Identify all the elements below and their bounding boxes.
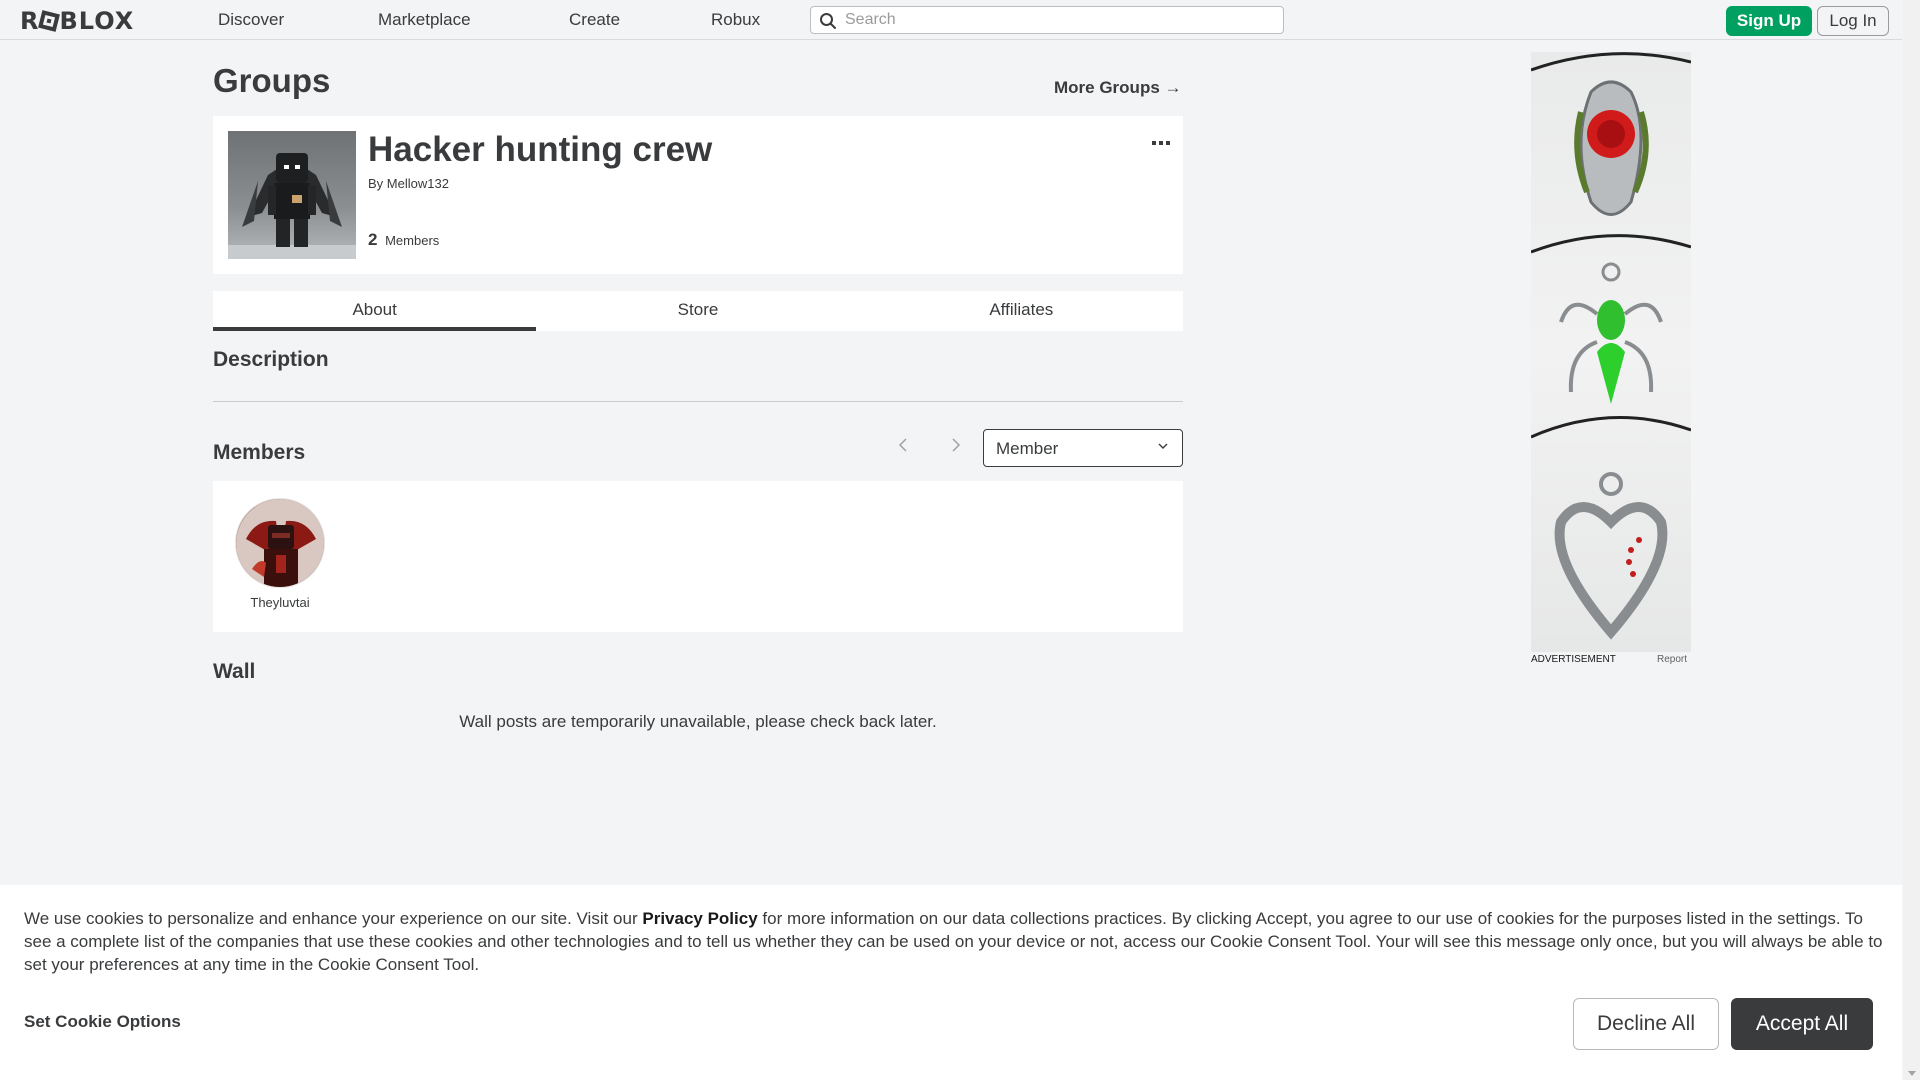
role-select-value: Member — [996, 439, 1059, 458]
log-in-button[interactable]: Log In — [1817, 6, 1889, 36]
cookie-text-before: We use cookies to personalize and enhanc… — [24, 909, 643, 928]
member-role-dropdown[interactable]: Member — [983, 429, 1183, 467]
members-heading: Members — [213, 441, 306, 464]
chevron-down-icon — [1158, 443, 1168, 449]
set-cookie-options-link[interactable]: Set Cookie Options — [24, 1012, 181, 1032]
nav-link-marketplace[interactable]: Marketplace — [378, 10, 471, 30]
member-avatar-icon — [236, 499, 324, 587]
roblox-logo[interactable]: R BLOX — [20, 7, 134, 35]
tab-about[interactable]: About — [213, 291, 537, 331]
more-dots-icon[interactable] — [1151, 130, 1171, 151]
page-scrollbar[interactable] — [1903, 0, 1920, 1080]
group-emblem-avatar-icon — [228, 153, 356, 259]
search-input[interactable] — [845, 10, 1275, 30]
group-member-count: 2 Members — [368, 230, 439, 250]
group-name: Hacker hunting crew — [368, 130, 713, 169]
ad-necklace-illustration — [1531, 52, 1691, 640]
by-label: By — [368, 176, 384, 191]
decline-all-button[interactable]: Decline All — [1573, 998, 1719, 1050]
members-list: Theyluvtai — [213, 481, 1183, 632]
search-icon — [820, 13, 836, 29]
nav-link-robux[interactable]: Robux — [711, 10, 760, 30]
wall-heading: Wall — [213, 660, 256, 683]
avatar[interactable] — [235, 498, 325, 588]
advertisement-image[interactable] — [1531, 52, 1691, 652]
ellipsis-icon — [1152, 141, 1170, 145]
member-count-value: 2 — [368, 230, 378, 249]
privacy-policy-link[interactable]: Privacy Policy — [642, 909, 757, 928]
group-emblem-image — [228, 131, 356, 259]
chevron-left-icon[interactable] — [897, 436, 909, 460]
group-owner-link[interactable]: Mellow132 — [387, 176, 449, 191]
sign-up-button[interactable]: Sign Up — [1726, 6, 1812, 36]
wall-unavailable-message: Wall posts are temporarily unavailable, … — [459, 712, 937, 731]
nav-link-discover[interactable]: Discover — [218, 10, 284, 30]
more-groups-link[interactable]: More Groups → — [1054, 78, 1182, 98]
cookie-message: We use cookies to personalize and enhanc… — [24, 907, 1884, 976]
member-count-label: Members — [385, 233, 440, 248]
nav-link-create[interactable]: Create — [569, 10, 620, 30]
group-header-card: Hacker hunting crew By Mellow132 2 Membe… — [213, 116, 1183, 274]
description-heading: Description — [213, 348, 329, 371]
tab-store[interactable]: Store — [536, 291, 859, 331]
section-divider — [213, 401, 1183, 402]
report-ad-link[interactable]: Report — [1657, 654, 1687, 665]
group-owner-line: By Mellow132 — [368, 176, 449, 191]
group-tabs: About Store Affiliates — [213, 291, 1183, 331]
top-navigation-bar: R BLOX Discover Marketplace Create Robux … — [0, 0, 1902, 40]
search-box[interactable] — [810, 6, 1284, 34]
member-name[interactable]: Theyluvtai — [233, 595, 327, 610]
accept-all-button[interactable]: Accept All — [1731, 998, 1873, 1050]
advertisement-label: ADVERTISEMENT — [1531, 654, 1616, 665]
tab-affiliates[interactable]: Affiliates — [860, 291, 1183, 331]
scroll-down-icon[interactable] — [1908, 1071, 1916, 1076]
chevron-right-icon[interactable] — [950, 436, 962, 460]
page-title: Groups — [213, 62, 331, 99]
cookie-consent-banner: We use cookies to personalize and enhanc… — [0, 885, 1902, 1080]
